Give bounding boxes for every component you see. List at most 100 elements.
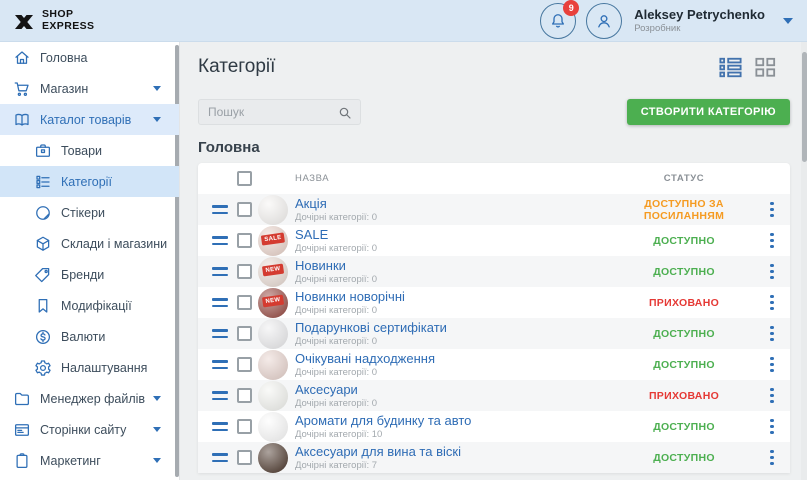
row-checkbox[interactable] — [237, 295, 252, 310]
page-scrollbar-thumb[interactable] — [802, 52, 807, 162]
category-name-link[interactable]: Подарункові сертифікати — [295, 320, 614, 335]
search-input[interactable] — [208, 105, 338, 119]
category-children-count: Дочірні категорії: 0 — [295, 212, 614, 223]
category-name-link[interactable]: Аксесуари для вина та віскі — [295, 444, 614, 459]
sidebar-item-11[interactable]: Менеджер файлів — [0, 383, 179, 414]
table-row: Аксесуари Дочірні категорії: 0 ПРИХОВАНО — [198, 380, 790, 411]
row-checkbox[interactable] — [237, 450, 252, 465]
category-thumbnail: NEW — [258, 257, 288, 287]
row-menu-button[interactable] — [766, 229, 778, 253]
row-checkbox[interactable] — [237, 388, 252, 403]
category-name-link[interactable]: Аромати для будинку та авто — [295, 413, 614, 428]
sidebar-item-3[interactable]: Товари — [0, 135, 179, 166]
user-info: Aleksey Petrychenko Розробник — [634, 7, 765, 34]
status-badge: ДОСТУПНО ЗА ПОСИЛАННЯМ — [614, 198, 754, 222]
dollar-icon — [34, 328, 52, 346]
column-header-status: СТАТУС — [614, 173, 754, 184]
sidebar-item-10[interactable]: Налаштування — [0, 352, 179, 383]
row-checkbox[interactable] — [237, 233, 252, 248]
row-checkbox[interactable] — [237, 419, 252, 434]
notifications-count-badge: 9 — [563, 0, 579, 16]
drag-handle-icon[interactable] — [212, 360, 228, 369]
row-checkbox[interactable] — [237, 202, 252, 217]
sidebar-item-4[interactable]: Категорії — [0, 166, 179, 197]
table-row: Акція Дочірні категорії: 0 ДОСТУПНО ЗА П… — [198, 194, 790, 225]
row-checkbox[interactable] — [237, 264, 252, 279]
user-role: Розробник — [634, 23, 765, 34]
list-view-toggle[interactable] — [719, 57, 742, 78]
category-name-link[interactable]: Очікувані надходження — [295, 351, 614, 366]
status-badge: ДОСТУПНО — [614, 235, 754, 247]
row-checkbox[interactable] — [237, 357, 252, 372]
sidebar-item-6[interactable]: Склади і магазини — [0, 228, 179, 259]
row-menu-button[interactable] — [766, 446, 778, 470]
status-badge: ДОСТУПНО — [614, 266, 754, 278]
drag-handle-icon[interactable] — [212, 391, 228, 400]
drag-handle-icon[interactable] — [212, 236, 228, 245]
sidebar-item-label: Категорії — [61, 175, 112, 189]
section-title: Головна — [198, 139, 790, 156]
status-badge: ДОСТУПНО — [614, 452, 754, 464]
select-all-checkbox[interactable] — [237, 171, 252, 186]
sidebar-item-1[interactable]: Магазин — [0, 73, 179, 104]
grid-view-toggle[interactable] — [755, 57, 776, 78]
thumbnail-tag-label: SALE — [261, 232, 285, 245]
create-category-button[interactable]: СТВОРИТИ КАТЕГОРІЮ — [627, 99, 790, 125]
sidebar-item-0[interactable]: Головна — [0, 42, 179, 73]
pages-icon — [13, 421, 31, 439]
table-row: SALE SALE Дочірні категорії: 0 ДОСТУПНО — [198, 225, 790, 256]
sidebar-item-label: Товари — [61, 144, 102, 158]
sidebar-item-8[interactable]: Модифікації — [0, 290, 179, 321]
drag-handle-icon[interactable] — [212, 453, 228, 462]
chevron-down-icon — [153, 117, 161, 122]
sidebar-item-9[interactable]: Валюти — [0, 321, 179, 352]
table-row: Очікувані надходження Дочірні категорії:… — [198, 349, 790, 380]
category-thumbnail — [258, 350, 288, 380]
sidebar-item-2[interactable]: Каталог товарів — [0, 104, 179, 135]
category-thumbnail — [258, 443, 288, 473]
drag-handle-icon[interactable] — [212, 329, 228, 338]
top-bar: SHOP EXPRESS 9 Aleksey Petrychenko Розро… — [0, 0, 807, 42]
row-menu-button[interactable] — [766, 198, 778, 222]
drag-handle-icon[interactable] — [212, 422, 228, 431]
category-children-count: Дочірні категорії: 7 — [295, 460, 614, 471]
drag-handle-icon[interactable] — [212, 205, 228, 214]
status-badge: ДОСТУПНО — [614, 328, 754, 340]
logo-line2: EXPRESS — [42, 21, 94, 33]
table-row: Аромати для будинку та авто Дочірні кате… — [198, 411, 790, 442]
sidebar-item-12[interactable]: Сторінки сайту — [0, 414, 179, 445]
row-menu-button[interactable] — [766, 384, 778, 408]
category-name-link[interactable]: Новинки — [295, 258, 614, 273]
category-thumbnail: NEW — [258, 288, 288, 318]
category-children-count: Дочірні категорії: 0 — [295, 243, 614, 254]
row-menu-button[interactable] — [766, 415, 778, 439]
row-menu-button[interactable] — [766, 353, 778, 377]
sidebar-item-13[interactable]: Маркетинг — [0, 445, 179, 476]
person-icon — [594, 11, 614, 31]
drag-handle-icon[interactable] — [212, 298, 228, 307]
search-box — [198, 99, 361, 125]
user-menu-chevron-down-icon[interactable] — [783, 18, 793, 24]
drag-handle-icon[interactable] — [212, 267, 228, 276]
category-children-count: Дочірні категорії: 0 — [295, 336, 614, 347]
sidebar-item-7[interactable]: Бренди — [0, 259, 179, 290]
category-name-link[interactable]: SALE — [295, 227, 614, 242]
user-avatar[interactable] — [586, 3, 622, 39]
row-menu-button[interactable] — [766, 322, 778, 346]
category-children-count: Дочірні категорії: 0 — [295, 274, 614, 285]
category-name-link[interactable]: Акція — [295, 196, 614, 211]
row-checkbox[interactable] — [237, 326, 252, 341]
row-menu-button[interactable] — [766, 260, 778, 284]
status-badge: ДОСТУПНО — [614, 421, 754, 433]
home-icon — [13, 49, 31, 67]
bookmark-icon — [34, 297, 52, 315]
row-menu-button[interactable] — [766, 291, 778, 315]
notifications-button[interactable]: 9 — [540, 3, 576, 39]
app-logo: SHOP EXPRESS — [12, 9, 94, 32]
category-thumbnail — [258, 412, 288, 442]
sidebar-item-label: Головна — [40, 51, 88, 65]
sidebar-item-5[interactable]: Стікери — [0, 197, 179, 228]
category-name-link[interactable]: Новинки новорічні — [295, 289, 614, 304]
category-name-link[interactable]: Аксесуари — [295, 382, 614, 397]
table-row: Подарункові сертифікати Дочірні категорі… — [198, 318, 790, 349]
